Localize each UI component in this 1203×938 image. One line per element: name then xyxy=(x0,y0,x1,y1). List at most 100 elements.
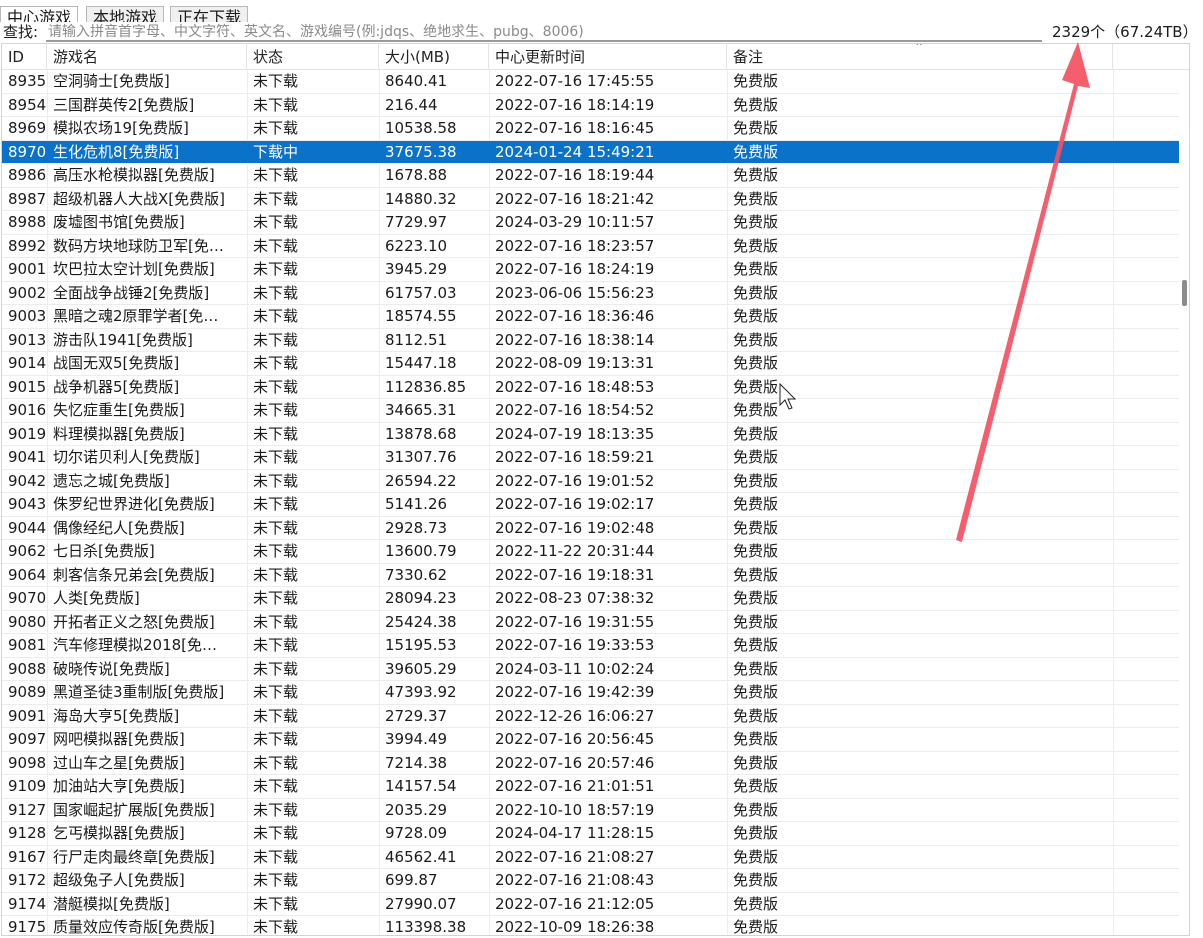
cell-id: 9064 xyxy=(8,565,47,584)
cell-update-time: 2022-07-16 18:24:19 xyxy=(495,260,655,278)
table-row[interactable]: 8992 数码方块地球防卫军[免… 未下载 6223.10 2022-07-16 18:… xyxy=(2,235,1189,258)
cell-note: 免费版 xyxy=(733,542,779,560)
table-row[interactable]: 9002 全面战争战锤2[免费版] 未下载 61757.03 2023-06-06 15… xyxy=(2,282,1189,305)
cell-note: 免费版 xyxy=(733,777,779,795)
table-row[interactable]: 9098 过山车之星[免费版] 未下载 7214.38 2022-07-16 20:57… xyxy=(2,752,1189,775)
cell-status: 未下载 xyxy=(253,260,299,278)
table-row[interactable]: 9044 偶像经纪人[免费版] 未下载 2928.73 2022-07-16 19:02… xyxy=(2,517,1189,540)
column-header-name[interactable]: 游戏名 xyxy=(47,44,247,70)
table-row[interactable]: 9091 海岛大亨5[免费版] 未下载 2729.37 2022-12-26 16:06… xyxy=(2,705,1189,728)
table-row[interactable]: 9172 超级兔子人[免费版] 未下载 699.87 2022-07-16 21:08:… xyxy=(2,869,1189,893)
table-row[interactable]: 9109 加油站大亨[免费版] 未下载 14157.54 2022-07-16 21:0… xyxy=(2,775,1189,799)
cell-game-name: 黑道圣徒3重制版[免费版] xyxy=(53,683,225,701)
table-row[interactable]: 8935 空洞骑士[免费版] 未下载 8640.41 2022-07-16 17:45:… xyxy=(2,70,1189,94)
cell-game-name: 黑暗之魂2原罪学者[免… xyxy=(53,307,219,325)
cell-update-time: 2022-07-16 18:21:42 xyxy=(495,189,655,208)
game-count-summary: 2329个（67.24TB） xyxy=(1052,23,1198,41)
table-row[interactable]: 9088 破晓传说[免费版] 未下载 39605.29 2024-03-11 10:02… xyxy=(2,658,1189,681)
cell-id: 9088 xyxy=(8,659,47,678)
table-row[interactable]: 9174 潜艇模拟[免费版] 未下载 27990.07 2022-07-16 21:12… xyxy=(2,893,1189,916)
tab-local-games[interactable]: 本地游戏 xyxy=(86,6,165,22)
cell-status: 未下载 xyxy=(253,213,299,231)
table-row[interactable]: 8986 高压水枪模拟器[免费版] 未下载 1678.88 2022-07-16 18:… xyxy=(2,164,1189,188)
cell-size: 47393.92 xyxy=(385,683,457,701)
table-row[interactable]: 9042 遗忘之城[免费版] 未下载 26594.22 2022-07-16 19:01… xyxy=(2,470,1189,493)
cell-game-name: 七日杀[免费版] xyxy=(53,542,155,560)
table-row[interactable]: 8988 废墟图书馆[免费版] 未下载 7729.97 2024-03-29 10:11… xyxy=(2,211,1189,235)
cell-update-time: 2022-07-16 18:16:45 xyxy=(495,119,655,137)
cell-status: 未下载 xyxy=(253,119,299,137)
table-row[interactable]: 8970 生化危机8[免费版] 下载中 37675.38 2024-01-24 15:4… xyxy=(2,140,1189,164)
cell-status: 未下载 xyxy=(253,659,299,678)
column-header-id[interactable]: ID xyxy=(2,44,47,70)
cell-note: 免费版 xyxy=(733,518,779,537)
cell-update-time: 2022-07-16 18:48:53 xyxy=(495,377,655,396)
table-row[interactable]: 9003 黑暗之魂2原罪学者[免… 未下载 18574.55 2022-07-16 18… xyxy=(2,305,1189,329)
table-row[interactable]: 9001 坎巴拉太空计划[免费版] 未下载 3945.29 2022-07-16 18:… xyxy=(2,258,1189,282)
cell-update-time: 2022-07-16 21:01:51 xyxy=(495,777,655,795)
cell-size: 28094.23 xyxy=(385,589,457,607)
cell-game-name: 失忆症重生[免费版] xyxy=(53,401,185,419)
cell-size: 10538.58 xyxy=(385,119,457,137)
cell-size: 113398.38 xyxy=(385,918,467,936)
column-header-status[interactable]: 状态 xyxy=(247,44,379,70)
cell-game-name: 空洞骑士[免费版] xyxy=(53,72,170,90)
cell-id: 9070 xyxy=(8,589,47,607)
table-row[interactable]: 9128 乞丐模拟器[免费版] 未下载 9728.09 2024-04-17 11:28… xyxy=(2,822,1189,846)
table-row[interactable]: 9167 行尸走肉最终章[免费版] 未下载 46562.41 2022-07-16 21… xyxy=(2,846,1189,869)
table-row[interactable]: 9097 网吧模拟器[免费版] 未下载 3994.49 2022-07-16 20:56… xyxy=(2,728,1189,752)
cell-id: 9002 xyxy=(8,283,47,302)
table-row[interactable]: 9127 国家崛起扩展版[免费版] 未下载 2035.29 2022-10-10 18:… xyxy=(2,799,1189,822)
table-row[interactable]: 9015 战争机器5[免费版] 未下载 112836.85 2022-07-16 18:… xyxy=(2,376,1189,399)
table-row[interactable]: 8987 超级机器人大战X[免费版] 未下载 14880.32 2022-07-16 1… xyxy=(2,188,1189,211)
cell-size: 34665.31 xyxy=(385,401,457,419)
cell-note: 免费版 xyxy=(733,589,779,607)
cell-id: 9098 xyxy=(8,753,47,772)
cell-update-time: 2024-04-17 11:28:15 xyxy=(495,824,655,842)
cell-status: 未下载 xyxy=(253,777,299,795)
table-row[interactable]: 9064 刺客信条兄弟会[免费版] 未下载 7330.62 2022-07-16 19:… xyxy=(2,564,1189,587)
cell-update-time: 2022-07-16 18:36:46 xyxy=(495,307,655,325)
vertical-scrollbar[interactable] xyxy=(1179,70,1189,935)
cell-status: 未下载 xyxy=(253,636,299,654)
cell-note: 免费版 xyxy=(733,354,779,372)
table-body: 8935 空洞骑士[免费版] 未下载 8640.41 2022-07-16 17:45:… xyxy=(2,70,1189,936)
search-input[interactable] xyxy=(46,23,1042,42)
table-row[interactable]: 9062 七日杀[免费版] 未下载 13600.79 2022-11-22 20:31:… xyxy=(2,540,1189,564)
column-header-update-time[interactable]: 中心更新时间 xyxy=(489,44,727,70)
cell-status: 未下载 xyxy=(253,72,299,90)
table-row[interactable]: 8954 三国群英传2[免费版] 未下载 216.44 2022-07-16 18:14… xyxy=(2,94,1189,117)
table-row[interactable]: 9041 切尔诺贝利人[免费版] 未下载 31307.76 2022-07-16 18:… xyxy=(2,446,1189,470)
cell-game-name: 网吧模拟器[免费版] xyxy=(53,730,185,748)
cell-status: 未下载 xyxy=(253,612,299,631)
cell-game-name: 质量效应传奇版[免费版] xyxy=(53,918,215,936)
cell-note: 免费版 xyxy=(733,95,779,114)
cell-status: 未下载 xyxy=(253,753,299,772)
cell-status: 未下载 xyxy=(253,824,299,842)
table-row[interactable]: 9081 汽车修理模拟2018[免… 未下载 15195.53 2022-07-16 1… xyxy=(2,634,1189,658)
cell-id: 9081 xyxy=(8,636,47,654)
scrollbar-thumb[interactable] xyxy=(1182,280,1187,306)
table-row[interactable]: 8969 模拟农场19[免费版] 未下载 10538.58 2022-07-16 18:… xyxy=(2,117,1189,141)
table-row[interactable]: 9014 战国无双5[免费版] 未下载 15447.18 2022-08-09 19:1… xyxy=(2,352,1189,376)
cell-note: 免费版 xyxy=(733,706,779,725)
table-row[interactable]: 9089 黑道圣徒3重制版[免费版] 未下载 47393.92 2022-07-16 1… xyxy=(2,681,1189,705)
table-row[interactable]: 9019 料理模拟器[免费版] 未下载 13878.68 2024-07-19 18:1… xyxy=(2,423,1189,446)
cell-note: 免费版 xyxy=(733,424,779,443)
cell-game-name: 海岛大亨5[免费版] xyxy=(53,706,180,725)
table-row[interactable]: 9080 开拓者正义之怒[免费版] 未下载 25424.38 2022-07-16 19… xyxy=(2,611,1189,634)
table-row[interactable]: 9070 人类[免费版] 未下载 28094.23 2022-08-23 07:38:3… xyxy=(2,587,1189,611)
cell-size: 699.87 xyxy=(385,871,438,889)
tab-downloading[interactable]: 正在下载 xyxy=(170,6,249,22)
column-header-size[interactable]: 大小(MB) xyxy=(379,44,489,70)
cell-size: 7729.97 xyxy=(385,213,448,231)
table-row[interactable]: 9016 失忆症重生[免费版] 未下载 34665.31 2022-07-16 18:5… xyxy=(2,399,1189,423)
tab-center-games[interactable]: 中心游戏 xyxy=(0,6,79,22)
table-row[interactable]: 9175 质量效应传奇版[免费版] 未下载 113398.38 2022-10-09 1… xyxy=(2,916,1189,936)
table-row[interactable]: 9013 游击队1941[免费版] 未下载 8112.51 2022-07-16 18:… xyxy=(2,329,1189,352)
cell-update-time: 2022-11-22 20:31:44 xyxy=(495,542,655,560)
table-row[interactable]: 9043 侏罗纪世界进化[免费版] 未下载 5141.26 2022-07-16 19:… xyxy=(2,493,1189,517)
cell-game-name: 战国无双5[免费版] xyxy=(53,354,180,372)
cell-id: 9172 xyxy=(8,871,47,889)
cell-note: 免费版 xyxy=(733,659,779,678)
